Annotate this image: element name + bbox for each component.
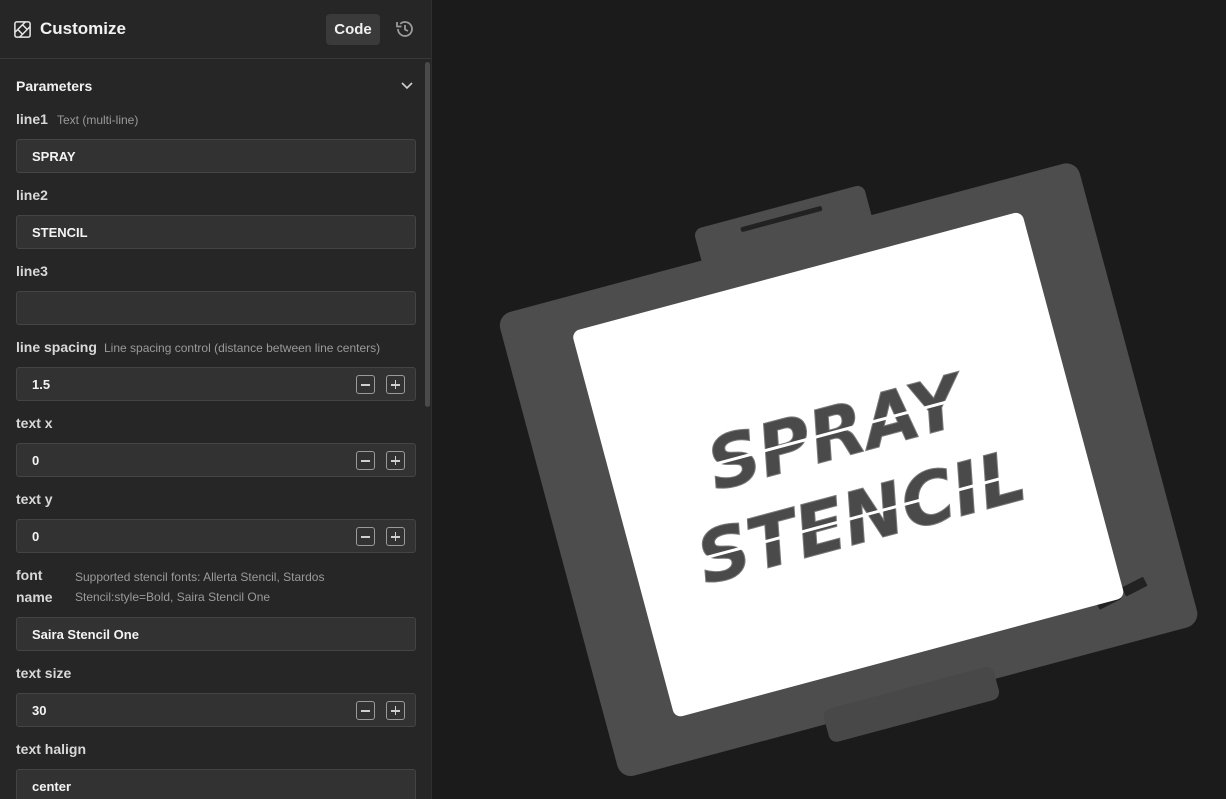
text-size-decrement-button[interactable] xyxy=(356,701,375,720)
line3-label: line3 xyxy=(16,263,48,279)
customize-panel: Customize Code Parameters line1 Text (mu… xyxy=(0,0,432,799)
text-x-decrement-button[interactable] xyxy=(356,451,375,470)
panel-title: Customize xyxy=(40,19,126,38)
line-spacing-decrement-button[interactable] xyxy=(356,375,375,394)
line-spacing-label: line spacing xyxy=(16,339,97,355)
line-spacing-hint: Line spacing control (distance between l… xyxy=(104,341,381,355)
line3-field[interactable] xyxy=(16,291,416,325)
history-icon[interactable] xyxy=(393,17,417,41)
text-size-stepper[interactable]: 30 xyxy=(16,693,416,727)
3d-viewport[interactable]: SPRAY STENCIL xyxy=(433,0,1226,799)
text-y-value: 0 xyxy=(32,529,40,544)
text-x-label: text x xyxy=(16,415,53,431)
magic-wand-icon xyxy=(14,21,31,38)
line2-label: line2 xyxy=(16,187,48,203)
text-x-value: 0 xyxy=(32,453,40,468)
line2-value: STENCIL xyxy=(32,225,88,240)
font-name-label-line2: name xyxy=(16,589,53,605)
parameters-section-title[interactable]: Parameters xyxy=(16,78,92,94)
line2-field[interactable]: STENCIL xyxy=(16,215,416,249)
font-name-hint-line1: Supported stencil fonts: Allerta Stencil… xyxy=(75,570,325,584)
line1-hint: Text (multi-line) xyxy=(57,113,139,127)
text-size-label: text size xyxy=(16,665,72,681)
text-y-stepper[interactable]: 0 xyxy=(16,519,416,553)
text-x-stepper[interactable]: 0 xyxy=(16,443,416,477)
line1-value: SPRAY xyxy=(32,149,76,164)
line1-label: line1 xyxy=(16,111,48,127)
line-spacing-stepper[interactable]: 1.5 xyxy=(16,367,416,401)
text-y-label: text y xyxy=(16,491,53,507)
font-name-hint-line2: Stencil:style=Bold, Saira Stencil One xyxy=(75,590,271,604)
text-y-decrement-button[interactable] xyxy=(356,527,375,546)
line1-field[interactable]: SPRAY xyxy=(16,139,416,173)
text-size-value: 30 xyxy=(32,703,47,718)
parameters-scroll-area[interactable]: Parameters line1 Text (multi-line) SPRAY… xyxy=(0,60,431,799)
font-name-value: Saira Stencil One xyxy=(32,627,139,642)
font-name-label-line1: font xyxy=(16,567,43,583)
code-button[interactable]: Code xyxy=(326,14,380,45)
text-halign-label: text halign xyxy=(16,741,87,757)
panel-scrollbar[interactable] xyxy=(425,62,430,407)
panel-header: Customize Code xyxy=(0,0,431,59)
chevron-down-icon[interactable] xyxy=(400,81,414,91)
line-spacing-value: 1.5 xyxy=(32,377,51,392)
text-size-increment-button[interactable] xyxy=(386,701,405,720)
line-spacing-increment-button[interactable] xyxy=(386,375,405,394)
stencil-preview[interactable]: SPRAY STENCIL xyxy=(433,0,1226,799)
text-halign-select[interactable]: center xyxy=(16,769,416,799)
text-halign-value: center xyxy=(32,779,72,794)
font-name-field[interactable]: Saira Stencil One xyxy=(16,617,416,651)
text-x-increment-button[interactable] xyxy=(386,451,405,470)
text-y-increment-button[interactable] xyxy=(386,527,405,546)
